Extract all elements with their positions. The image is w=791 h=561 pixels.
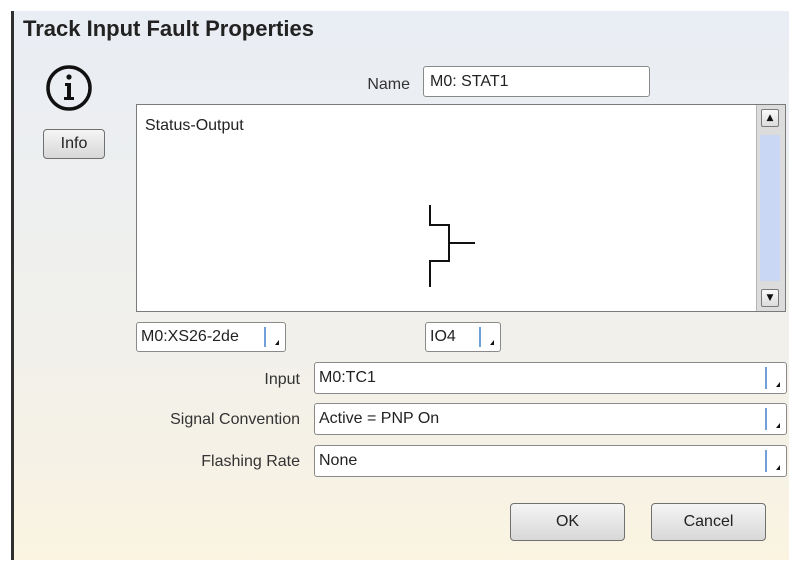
- status-output-panel: Status-Output ▲ ▼: [136, 104, 786, 312]
- dropdown-arrow-icon[interactable]: [479, 327, 497, 347]
- io-select[interactable]: IO4: [425, 322, 501, 352]
- dropdown-arrow-icon[interactable]: [765, 450, 783, 472]
- dropdown-arrow-icon[interactable]: [765, 408, 783, 430]
- flashing-rate-select[interactable]: None: [314, 445, 787, 477]
- vertical-scrollbar[interactable]: ▲ ▼: [756, 105, 785, 311]
- scroll-thumb[interactable]: [760, 135, 780, 281]
- dropdown-arrow-icon[interactable]: [765, 367, 783, 389]
- status-output-title: Status-Output: [145, 117, 244, 134]
- name-label: Name: [367, 76, 410, 93]
- flashing-rate-value: None: [319, 452, 358, 469]
- scroll-up-icon[interactable]: ▲: [761, 109, 779, 127]
- input-select[interactable]: M0:TC1: [314, 362, 787, 394]
- ok-button[interactable]: OK: [510, 503, 625, 541]
- signal-convention-select[interactable]: Active = PNP On: [314, 403, 787, 435]
- name-input[interactable]: M0: STAT1: [423, 66, 650, 97]
- info-button[interactable]: Info: [43, 129, 105, 159]
- dialog-title: Track Input Fault Properties: [23, 16, 314, 41]
- cancel-button[interactable]: Cancel: [651, 503, 766, 541]
- io-select-value: IO4: [430, 328, 456, 345]
- signal-convention-value: Active = PNP On: [319, 410, 440, 427]
- input-select-value: M0:TC1: [319, 369, 376, 386]
- module-select[interactable]: M0:XS26-2de: [136, 322, 286, 352]
- dropdown-arrow-icon[interactable]: [264, 327, 282, 347]
- status-output-symbol-icon: [429, 205, 475, 287]
- scroll-down-icon[interactable]: ▼: [761, 289, 779, 307]
- input-label: Input: [264, 371, 300, 388]
- info-circle-icon: [46, 65, 92, 111]
- module-select-value: M0:XS26-2de: [141, 328, 239, 345]
- flashing-rate-label: Flashing Rate: [201, 453, 300, 470]
- signal-convention-label: Signal Convention: [170, 411, 300, 428]
